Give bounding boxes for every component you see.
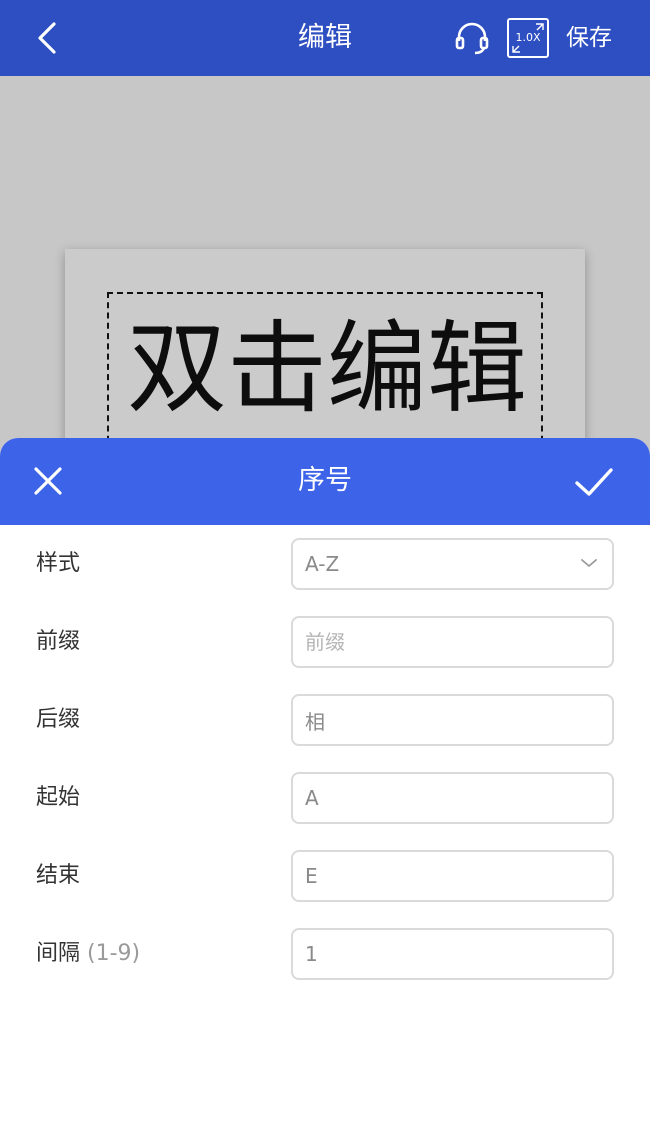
close-button[interactable]	[28, 461, 68, 501]
interval-input[interactable]	[291, 928, 614, 980]
zoom-button[interactable]: 1.0X	[507, 18, 549, 58]
style-label: 样式	[36, 551, 81, 576]
headset-icon	[455, 22, 489, 55]
interval-label: 间隔 (1-9)	[36, 928, 140, 980]
chevron-down-icon	[581, 559, 597, 567]
start-row: 起始	[0, 772, 650, 824]
style-select-value: A-Z	[305, 552, 340, 576]
start-label: 起始	[36, 785, 81, 810]
end-row: 结束	[0, 850, 650, 902]
top-app-bar: 编辑 1.0X 保存	[0, 0, 650, 76]
text-element-frame[interactable]: 双击编辑	[107, 292, 543, 452]
serial-number-sheet: 序号 样式 A-Z 前缀 后缀 起始 结束 间隔	[0, 438, 650, 1121]
interval-row: 间隔 (1-9)	[0, 928, 650, 980]
start-input[interactable]	[291, 772, 614, 824]
sheet-title: 序号	[298, 465, 352, 496]
zoom-level: 1.0X	[515, 31, 541, 44]
end-label: 结束	[36, 863, 81, 888]
suffix-label: 后缀	[36, 707, 81, 732]
confirm-button[interactable]	[572, 460, 616, 504]
label-text[interactable]: 双击编辑	[127, 314, 527, 424]
style-select[interactable]: A-Z	[291, 538, 614, 590]
chevron-left-icon	[38, 22, 56, 54]
page-title: 编辑	[298, 22, 352, 53]
end-input[interactable]	[291, 850, 614, 902]
interval-label-text: 间隔	[36, 941, 81, 966]
check-icon	[575, 468, 613, 496]
style-row: 样式 A-Z	[0, 538, 650, 590]
sheet-header: 序号	[0, 438, 650, 525]
close-icon	[34, 467, 62, 495]
prefix-row: 前缀	[0, 616, 650, 668]
save-button[interactable]: 保存	[566, 18, 612, 58]
suffix-input[interactable]	[291, 694, 614, 746]
support-button[interactable]	[452, 18, 492, 58]
suffix-row: 后缀	[0, 694, 650, 746]
interval-range-hint: (1-9)	[87, 941, 141, 966]
prefix-input[interactable]	[291, 616, 614, 668]
back-button[interactable]	[28, 18, 68, 58]
prefix-label: 前缀	[36, 629, 81, 654]
